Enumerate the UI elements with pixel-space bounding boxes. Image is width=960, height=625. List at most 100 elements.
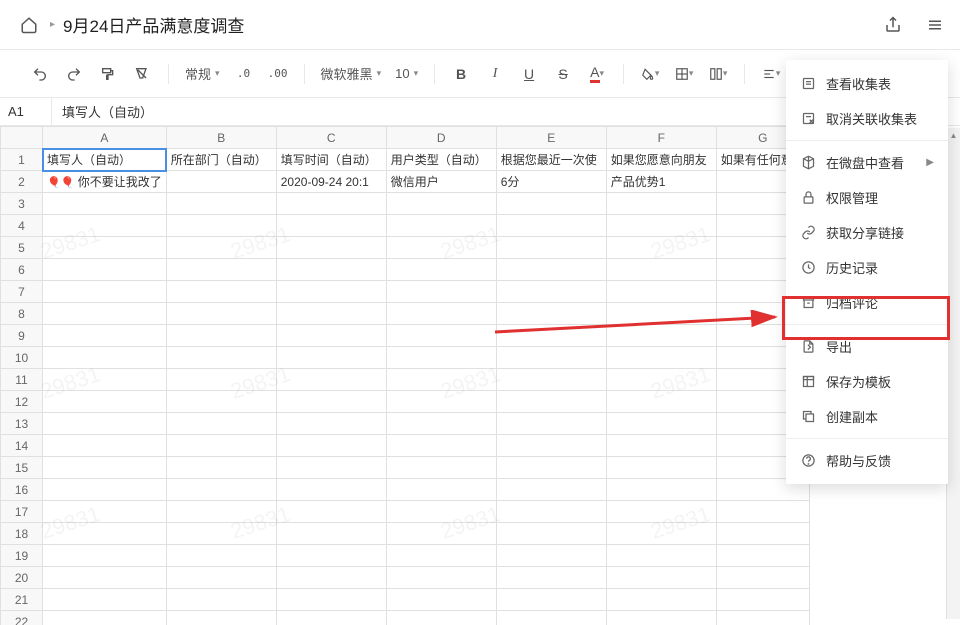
cell-D4[interactable] [386, 215, 496, 237]
underline-button[interactable]: U [517, 62, 541, 86]
cell-B18[interactable] [166, 523, 276, 545]
menu-item-cube[interactable]: 在微盘中查看 ▶ [786, 145, 948, 180]
cell-B16[interactable] [166, 479, 276, 501]
row-header-6[interactable]: 6 [1, 259, 43, 281]
menu-item-list-x[interactable]: 取消关联收集表 [786, 101, 948, 136]
cell-E13[interactable] [496, 413, 606, 435]
align-button[interactable]: ▾ [759, 62, 783, 86]
cell-C15[interactable] [276, 457, 386, 479]
cell-B4[interactable] [166, 215, 276, 237]
cell-F4[interactable] [606, 215, 716, 237]
cell-B3[interactable] [166, 193, 276, 215]
row-header-20[interactable]: 20 [1, 567, 43, 589]
cell-E18[interactable] [496, 523, 606, 545]
row-header-21[interactable]: 21 [1, 589, 43, 611]
cell-B17[interactable] [166, 501, 276, 523]
row-header-10[interactable]: 10 [1, 347, 43, 369]
cell-F20[interactable] [606, 567, 716, 589]
cell-A14[interactable] [43, 435, 167, 457]
cell-E5[interactable] [496, 237, 606, 259]
cell-C20[interactable] [276, 567, 386, 589]
cell-G20[interactable] [716, 567, 809, 589]
menu-item-lock[interactable]: 权限管理 [786, 180, 948, 215]
cell-F8[interactable] [606, 303, 716, 325]
cell-C22[interactable] [276, 611, 386, 625]
cell-B9[interactable] [166, 325, 276, 347]
cell-B8[interactable] [166, 303, 276, 325]
cell-A1[interactable]: 填写人（自动） [43, 149, 167, 171]
cell-F2[interactable]: 产品优势1 [606, 171, 716, 193]
row-header-14[interactable]: 14 [1, 435, 43, 457]
cell-E9[interactable] [496, 325, 606, 347]
cell-F1[interactable]: 如果您愿意向朋友 [606, 149, 716, 171]
row-header-18[interactable]: 18 [1, 523, 43, 545]
cell-E6[interactable] [496, 259, 606, 281]
cell-G18[interactable] [716, 523, 809, 545]
cell-C11[interactable] [276, 369, 386, 391]
cell-F7[interactable] [606, 281, 716, 303]
cell-B13[interactable] [166, 413, 276, 435]
increase-decimal-button[interactable]: .00 [266, 62, 290, 86]
cell-A9[interactable] [43, 325, 167, 347]
vertical-scrollbar[interactable]: ▲ [946, 128, 960, 619]
hamburger-menu-icon[interactable] [926, 16, 944, 34]
cell-C14[interactable] [276, 435, 386, 457]
cell-C18[interactable] [276, 523, 386, 545]
menu-item-save-tpl[interactable]: 保存为模板 [786, 364, 948, 399]
cell-A4[interactable] [43, 215, 167, 237]
cell-C7[interactable] [276, 281, 386, 303]
row-header-8[interactable]: 8 [1, 303, 43, 325]
cell-E16[interactable] [496, 479, 606, 501]
row-header-9[interactable]: 9 [1, 325, 43, 347]
cell-B20[interactable] [166, 567, 276, 589]
cell-E2[interactable]: 6分 [496, 171, 606, 193]
cell-D20[interactable] [386, 567, 496, 589]
cell-F21[interactable] [606, 589, 716, 611]
cell-E21[interactable] [496, 589, 606, 611]
cell-D15[interactable] [386, 457, 496, 479]
number-format-dropdown[interactable]: 常规 ▾ [183, 62, 222, 86]
cell-C5[interactable] [276, 237, 386, 259]
cell-C16[interactable] [276, 479, 386, 501]
clear-format-button[interactable] [130, 62, 154, 86]
italic-button[interactable]: I [483, 62, 507, 86]
cell-B2[interactable] [166, 171, 276, 193]
cell-C1[interactable]: 填写时间（自动） [276, 149, 386, 171]
cell-E8[interactable] [496, 303, 606, 325]
cell-F16[interactable] [606, 479, 716, 501]
cell-A22[interactable] [43, 611, 167, 625]
font-size-dropdown[interactable]: 10 ▾ [393, 62, 420, 86]
cell-A2[interactable]: 🎈🎈 你不要让我改了 [43, 171, 167, 193]
cell-B7[interactable] [166, 281, 276, 303]
cell-C6[interactable] [276, 259, 386, 281]
font-color-button[interactable]: A ▾ [585, 62, 609, 86]
cell-B6[interactable] [166, 259, 276, 281]
row-header-4[interactable]: 4 [1, 215, 43, 237]
home-icon[interactable] [16, 12, 42, 38]
cell-D18[interactable] [386, 523, 496, 545]
row-header-11[interactable]: 11 [1, 369, 43, 391]
cell-B14[interactable] [166, 435, 276, 457]
row-header-3[interactable]: 3 [1, 193, 43, 215]
cell-E12[interactable] [496, 391, 606, 413]
cell-B1[interactable]: 所在部门（自动） [166, 149, 276, 171]
column-header-A[interactable]: A [43, 127, 167, 149]
cell-F14[interactable] [606, 435, 716, 457]
cell-B22[interactable] [166, 611, 276, 625]
cell-E7[interactable] [496, 281, 606, 303]
cell-E4[interactable] [496, 215, 606, 237]
cell-A7[interactable] [43, 281, 167, 303]
bold-button[interactable]: B [449, 62, 473, 86]
cell-G21[interactable] [716, 589, 809, 611]
column-header-B[interactable]: B [166, 127, 276, 149]
row-header-17[interactable]: 17 [1, 501, 43, 523]
cell-C13[interactable] [276, 413, 386, 435]
cell-D16[interactable] [386, 479, 496, 501]
cell-A21[interactable] [43, 589, 167, 611]
cell-D1[interactable]: 用户类型（自动） [386, 149, 496, 171]
row-header-2[interactable]: 2 [1, 171, 43, 193]
column-header-E[interactable]: E [496, 127, 606, 149]
menu-item-clock[interactable]: 历史记录 [786, 250, 948, 285]
undo-button[interactable] [28, 62, 52, 86]
cell-F13[interactable] [606, 413, 716, 435]
